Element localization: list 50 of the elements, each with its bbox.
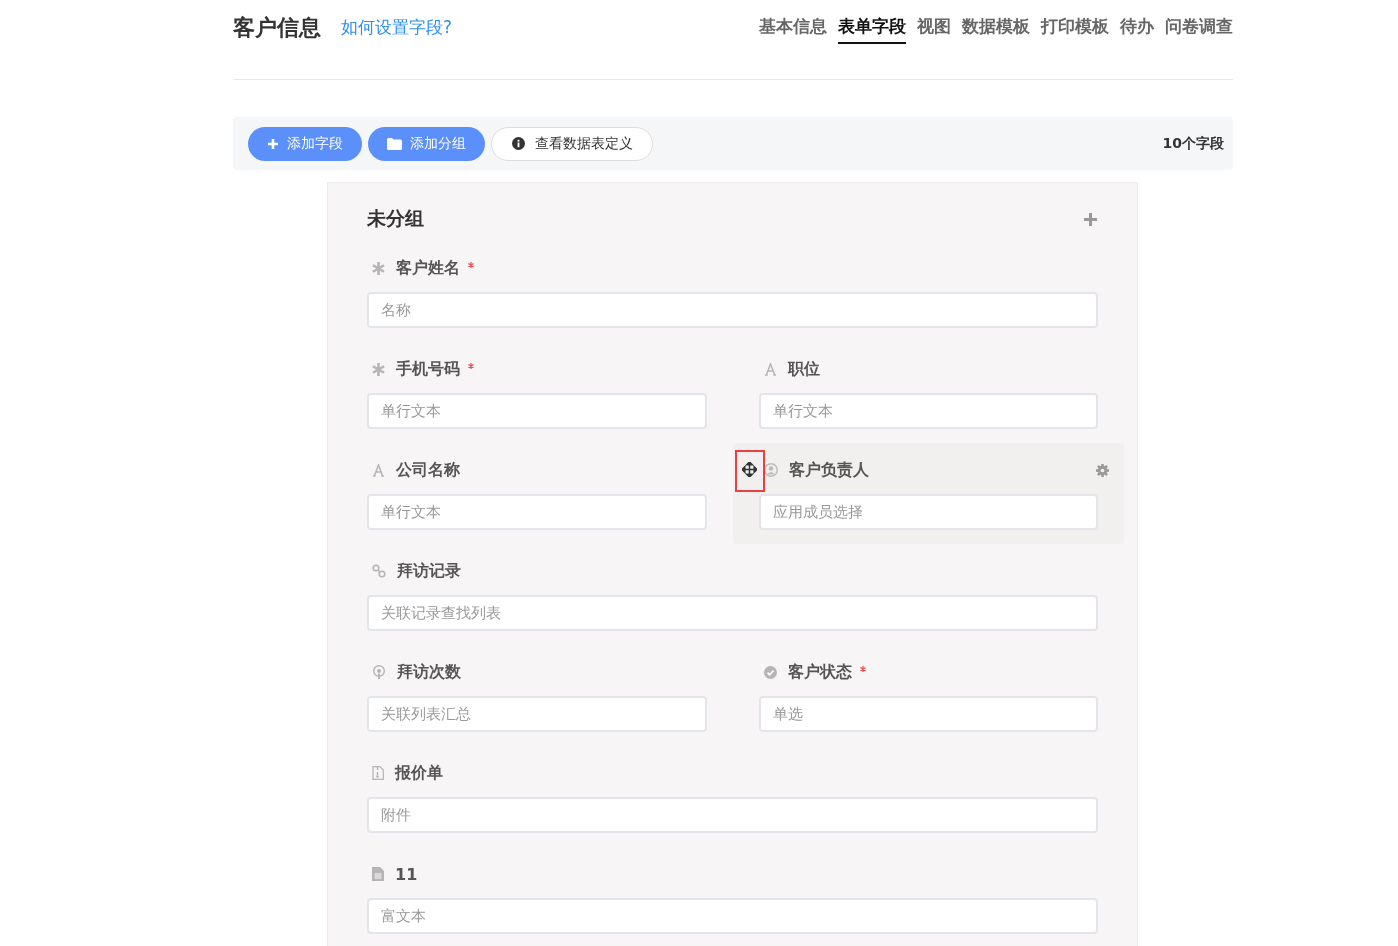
field-label: 客户姓名 xyxy=(396,257,460,279)
field-label: 公司名称 xyxy=(396,459,460,481)
folder-icon xyxy=(387,137,402,150)
asterisk-icon xyxy=(372,261,385,275)
field-label: 拜访记录 xyxy=(397,560,461,582)
field-label: 拜访次数 xyxy=(397,661,461,683)
input-field[interactable]: 关联列表汇总 xyxy=(367,696,707,732)
tab[interactable]: 问卷调查 xyxy=(1165,11,1233,44)
tab[interactable]: 数据模板 xyxy=(962,11,1030,44)
add-field-button[interactable]: 添加字段 xyxy=(248,126,362,161)
field-label: 客户负责人 xyxy=(788,459,869,481)
link-icon xyxy=(372,564,386,578)
document-icon xyxy=(372,867,384,881)
field-label: 客户状态 xyxy=(787,661,852,683)
tab[interactable]: 视图 xyxy=(917,11,951,44)
input-field[interactable]: 富文本 xyxy=(367,898,1098,934)
field-count: 10个字段 xyxy=(1162,134,1224,153)
input-field[interactable]: 单行文本 xyxy=(367,393,707,429)
input-field[interactable]: 应用成员选择 xyxy=(758,494,1098,530)
input-field[interactable]: 单行文本 xyxy=(367,494,707,530)
input-field[interactable]: 关联记录查找列表 xyxy=(367,595,1098,631)
add-icon[interactable] xyxy=(1084,212,1097,226)
podcast-icon xyxy=(372,665,386,679)
field-label: 职位 xyxy=(787,358,820,380)
asterisk-icon xyxy=(372,362,385,376)
input-field[interactable]: 名称 xyxy=(367,292,1098,328)
field-label: 11 xyxy=(395,864,418,884)
tab[interactable]: 打印模板 xyxy=(1041,11,1109,44)
input-field[interactable]: 单选 xyxy=(758,696,1098,732)
settings-icon[interactable] xyxy=(1096,464,1109,477)
input-field[interactable]: 附件 xyxy=(367,797,1098,833)
field-label: 手机号码 xyxy=(396,358,460,380)
page-title: 客户信息 xyxy=(233,13,321,42)
info-icon xyxy=(512,137,525,150)
field-label: 报价单 xyxy=(395,762,443,784)
file-zip-icon xyxy=(372,766,384,780)
view-definition-button[interactable]: 查看数据表定义 xyxy=(491,126,653,161)
user-icon xyxy=(763,463,778,477)
move-handle-icon[interactable] xyxy=(734,450,765,492)
check-circle-icon xyxy=(763,665,777,679)
help-link[interactable]: 如何设置字段? xyxy=(341,16,453,39)
tab[interactable]: 表单字段 xyxy=(838,11,906,44)
letter-icon xyxy=(763,362,777,376)
plus-icon xyxy=(267,137,279,150)
tab[interactable]: 基本信息 xyxy=(759,11,827,44)
group-title: 未分组 xyxy=(367,206,424,231)
tab[interactable]: 待办 xyxy=(1120,11,1154,44)
input-field[interactable]: 单行文本 xyxy=(758,393,1098,429)
add-group-button[interactable]: 添加分组 xyxy=(368,126,485,161)
letter-icon xyxy=(372,463,385,477)
